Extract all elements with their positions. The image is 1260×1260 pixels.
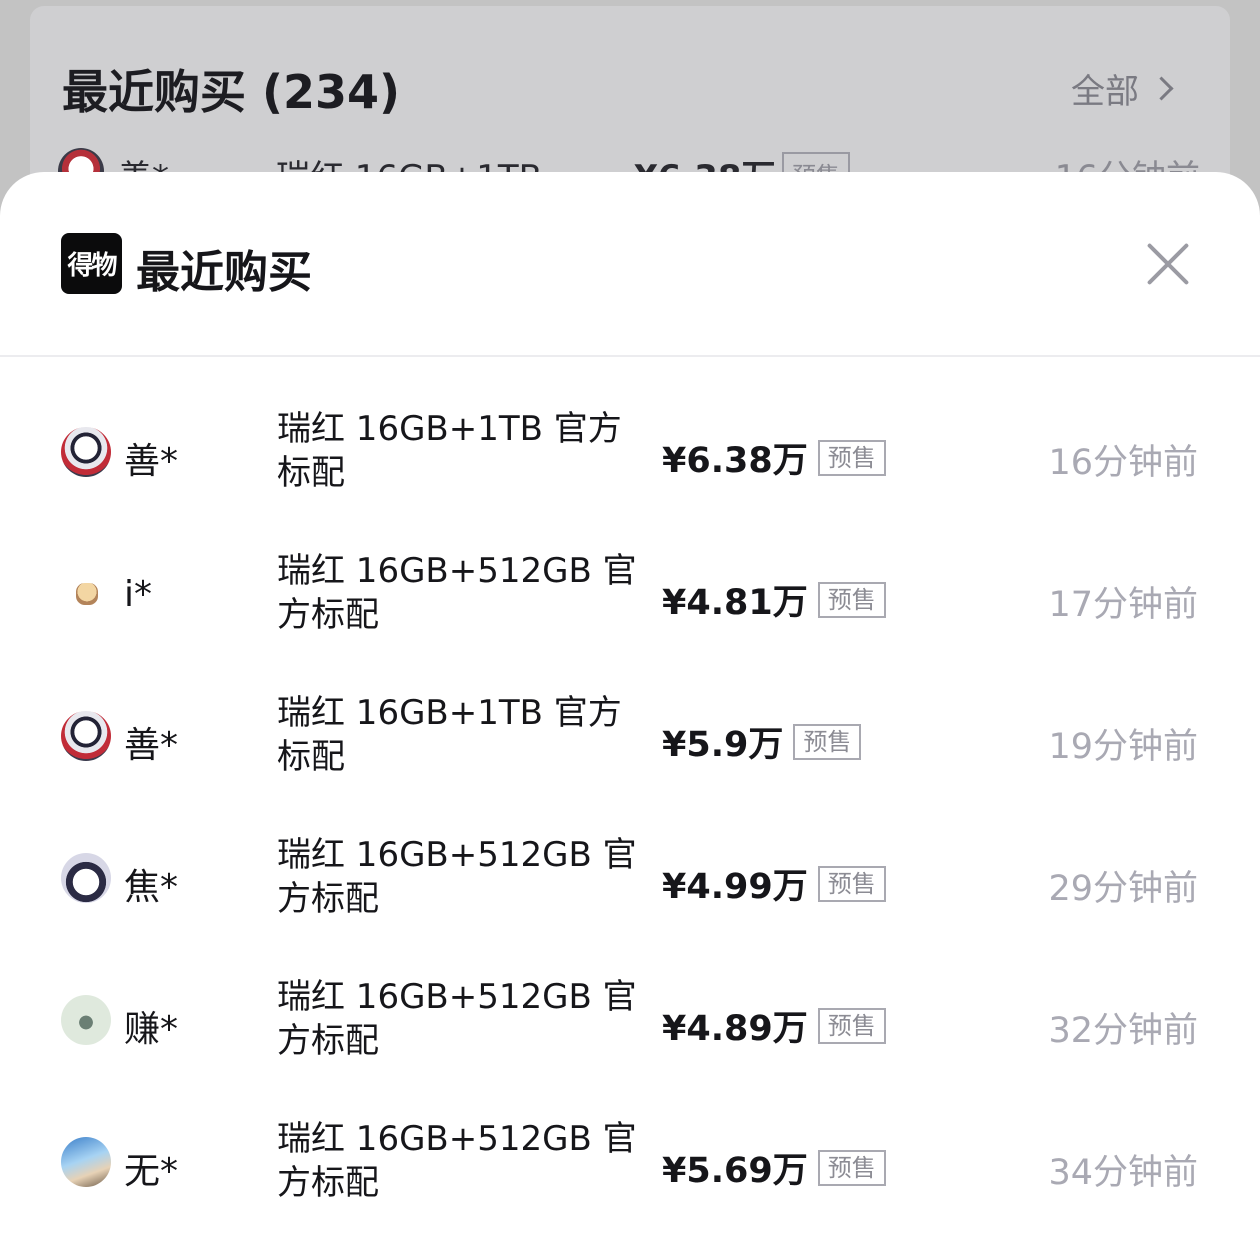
price-group: ¥4.81万 预售 <box>662 574 886 625</box>
price-group: ¥4.89万 预售 <box>662 1000 886 1051</box>
buyer-name: 赚* <box>124 1009 179 1050</box>
purchase-time: 19分钟前 <box>1048 727 1198 767</box>
avatar <box>61 853 111 903</box>
price-group: ¥5.9万 预售 <box>662 716 862 767</box>
list-item: 善* 瑞红 16GB+1TB 官方标配 ¥6.38万 预售 16分钟前 <box>0 384 1260 526</box>
price: ¥6.38万 <box>662 441 808 481</box>
purchase-time: 16分钟前 <box>1048 443 1198 483</box>
list-item: i* 瑞红 16GB+512GB 官方标配 ¥4.81万 预售 17分钟前 <box>0 526 1260 668</box>
purchase-time: 17分钟前 <box>1048 585 1198 625</box>
price-group: ¥5.69万 预售 <box>662 1142 886 1193</box>
close-icon[interactable] <box>1144 240 1192 288</box>
view-all-label: 全部 <box>1071 72 1139 112</box>
presale-tag: 预售 <box>817 1007 886 1044</box>
price: ¥4.81万 <box>662 583 808 623</box>
list-item: 善* 瑞红 16GB+1TB 官方标配 ¥5.9万 预售 19分钟前 <box>0 668 1260 810</box>
presale-tag: 预售 <box>817 581 886 618</box>
avatar <box>61 995 111 1045</box>
product-spec: 瑞红 16GB+512GB 官方标配 <box>277 835 637 919</box>
buyer-name: 善* <box>124 441 179 482</box>
buyer-name: 善* <box>124 725 179 766</box>
view-all-link[interactable]: 全部 <box>1071 64 1174 113</box>
list-item: 赚* 瑞红 16GB+512GB 官方标配 ¥4.89万 预售 32分钟前 <box>0 952 1260 1094</box>
product-spec: 瑞红 16GB+512GB 官方标配 <box>277 551 637 635</box>
card-title: 最近购买 (234) <box>62 65 401 119</box>
product-spec: 瑞红 16GB+1TB 官方标配 <box>277 409 622 493</box>
presale-tag: 预售 <box>817 865 886 902</box>
purchase-time: 32分钟前 <box>1048 1011 1198 1051</box>
product-spec: 瑞红 16GB+1TB 官方标配 <box>277 693 622 777</box>
sheet-header: 得物 最近购买 <box>0 172 1260 357</box>
avatar <box>61 1137 111 1187</box>
buyer-name: 焦* <box>124 867 179 908</box>
chevron-right-icon <box>1149 76 1174 101</box>
avatar <box>61 427 111 477</box>
presale-tag: 预售 <box>817 439 886 476</box>
price: ¥4.89万 <box>662 1009 808 1049</box>
avatar <box>61 711 111 761</box>
purchase-list: 善* 瑞红 16GB+1TB 官方标配 ¥6.38万 预售 16分钟前 i* 瑞… <box>0 384 1260 1236</box>
purchase-time: 29分钟前 <box>1048 869 1198 909</box>
presale-tag: 预售 <box>817 1149 886 1186</box>
buyer-name: 无* <box>124 1151 179 1192</box>
price: ¥5.69万 <box>662 1151 808 1191</box>
price-group: ¥4.99万 预售 <box>662 858 886 909</box>
presale-tag: 预售 <box>793 723 862 760</box>
price: ¥5.9万 <box>662 725 784 765</box>
purchase-time: 34分钟前 <box>1048 1153 1198 1193</box>
recent-purchases-sheet: 得物 最近购买 善* 瑞红 16GB+1TB 官方标配 ¥6.38万 预售 16… <box>0 172 1260 1260</box>
sheet-title: 最近购买 <box>136 247 312 298</box>
buyer-name: i* <box>124 574 153 615</box>
app-logo: 得物 <box>61 233 122 294</box>
product-spec: 瑞红 16GB+512GB 官方标配 <box>277 1119 637 1203</box>
product-spec: 瑞红 16GB+512GB 官方标配 <box>277 977 637 1061</box>
avatar <box>61 569 111 619</box>
list-item: 无* 瑞红 16GB+512GB 官方标配 ¥5.69万 预售 34分钟前 <box>0 1094 1260 1236</box>
price-group: ¥6.38万 预售 <box>662 432 886 483</box>
price: ¥4.99万 <box>662 867 808 907</box>
list-item: 焦* 瑞红 16GB+512GB 官方标配 ¥4.99万 预售 29分钟前 <box>0 810 1260 952</box>
